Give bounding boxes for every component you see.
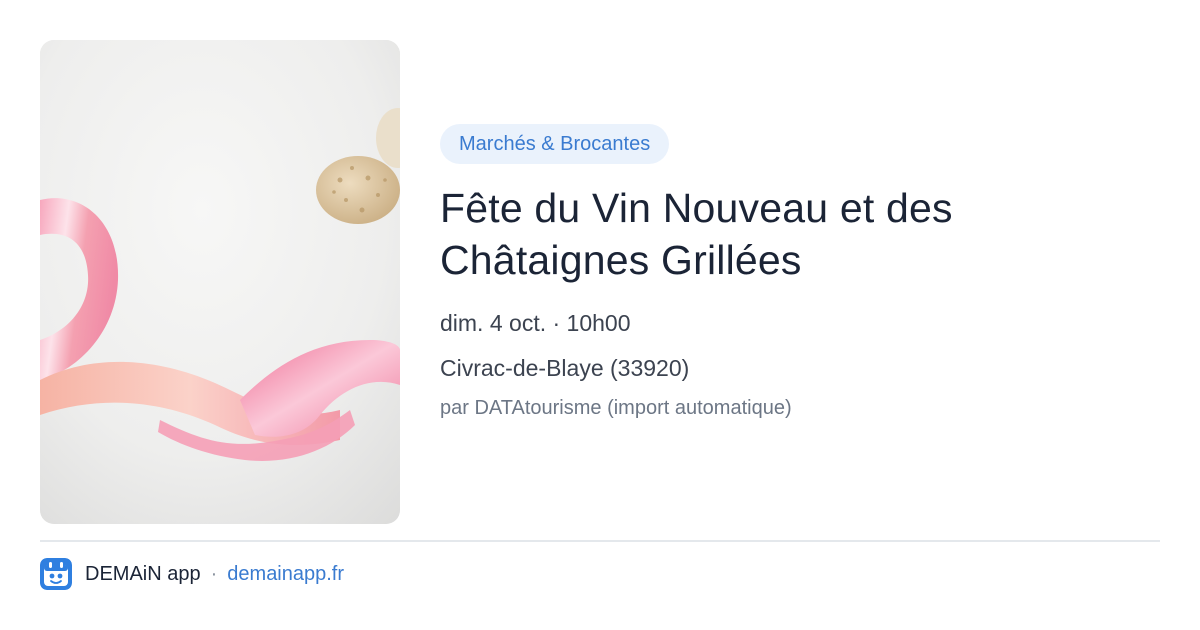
- app-logo-icon[interactable]: [40, 558, 72, 590]
- footer-divider: [40, 540, 1160, 542]
- event-title-line-1: Fête du Vin Nouveau et des: [440, 185, 953, 231]
- event-source: par DATAtourisme (import automatique): [440, 397, 792, 419]
- app-name: DEMAiN app: [85, 562, 201, 585]
- event-location: Civrac-de-Blaye (33920): [440, 355, 690, 381]
- share-card: Marchés & Brocantes Fête du Vin Nouveau …: [0, 0, 1200, 630]
- category-badge[interactable]: Marchés & Brocantes: [440, 124, 670, 164]
- event-details: Marchés & Brocantes Fête du Vin Nouveau …: [440, 124, 1160, 421]
- footer: DEMAiN app · demainapp.fr: [40, 558, 344, 590]
- event-image: [40, 40, 400, 524]
- ribbon-photo: [40, 40, 400, 524]
- site-link[interactable]: demainapp.fr: [227, 563, 344, 586]
- event-title-line-2: Châtaignes Grillées: [440, 237, 802, 283]
- event-date: dim. 4 oct. · 10h00: [440, 310, 631, 336]
- footer-separator: ·: [210, 562, 218, 585]
- event-title: Fête du Vin Nouveau et des Châtaignes Gr…: [440, 182, 1160, 286]
